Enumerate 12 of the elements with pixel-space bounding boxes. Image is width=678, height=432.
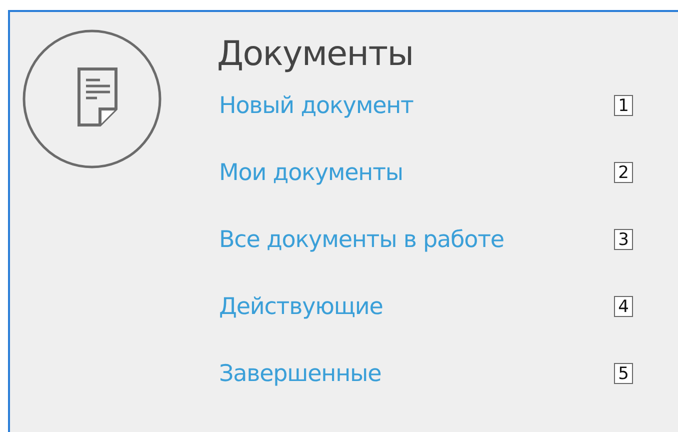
section-title: Документы — [217, 34, 414, 74]
menu-link[interactable]: Мои документы — [219, 160, 403, 186]
shortcut-key: 1 — [614, 95, 633, 116]
shortcut-key: 3 — [614, 229, 633, 250]
menu-link[interactable]: Действующие — [219, 294, 383, 320]
shortcut-key: 4 — [614, 296, 633, 317]
shortcut-key: 2 — [614, 162, 633, 183]
menu-link[interactable]: Все документы в работе — [219, 226, 504, 252]
menu-link[interactable]: Завершенные — [219, 360, 382, 386]
shortcut-key: 5 — [614, 363, 633, 384]
document-icon — [22, 29, 162, 169]
menu-link[interactable]: Новый документ — [219, 92, 414, 118]
